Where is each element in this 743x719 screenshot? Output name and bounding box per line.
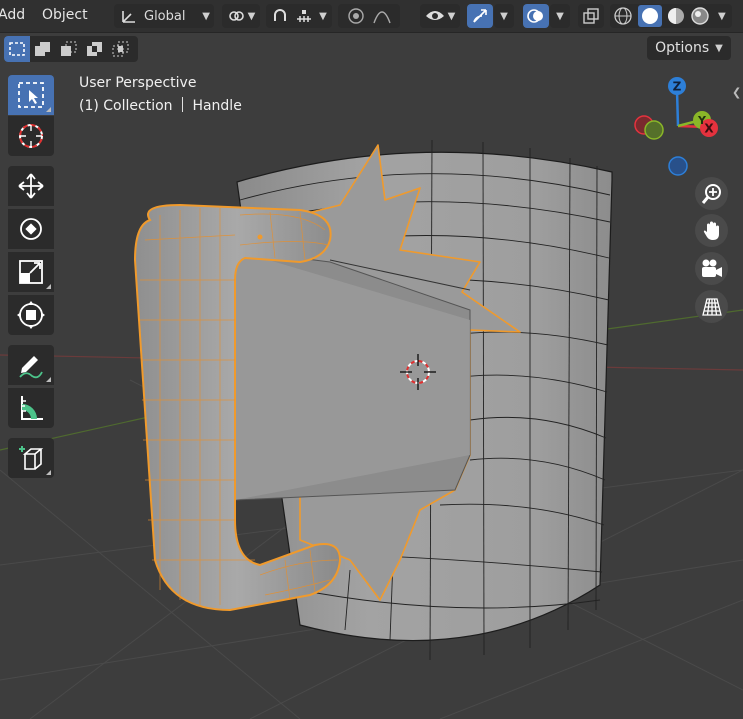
scale-tool[interactable] [8, 252, 54, 292]
tool-settings-bar [0, 33, 743, 63]
cursor-tool[interactable] [8, 116, 54, 156]
transform-icon [17, 301, 45, 329]
select-subtract-icon[interactable] [56, 36, 82, 62]
ortho-grid-icon [701, 297, 722, 316]
zoom-icon [701, 183, 721, 204]
chevron-down-icon: ▼ [718, 10, 726, 22]
xray-button[interactable] [578, 4, 604, 28]
gizmo-x-label: X [704, 122, 714, 136]
viewport-header: Add Object Global ▼ ▼ ▼ ▼ ▼ ▼ ▼ [0, 0, 743, 33]
pivot-dropdown[interactable]: ▼ [222, 4, 260, 28]
measure-tool[interactable] [8, 388, 54, 428]
visibility-eye-icon [425, 11, 444, 20]
annotate-pencil-icon [19, 356, 43, 379]
select-intersect-icon[interactable] [108, 36, 134, 62]
scale-icon [19, 260, 43, 284]
shading-solid-button[interactable] [638, 5, 662, 27]
chevron-down-icon: ▼ [202, 10, 210, 22]
select-mode-group[interactable] [4, 36, 138, 62]
pan-hand-icon [703, 221, 719, 240]
collection-label: (1) Collection [79, 98, 173, 114]
view-perspective-label: User Perspective [79, 75, 197, 91]
overlay-circles-icon [527, 9, 543, 23]
chevron-down-icon: ▼ [556, 10, 564, 22]
gizmo-dropdown[interactable]: ▼ [494, 4, 514, 28]
menu-add[interactable]: Add [0, 7, 25, 23]
options-dropdown[interactable]: Options ▼ [647, 36, 731, 60]
add-cube-tool[interactable] [8, 438, 54, 478]
select-new-icon[interactable] [4, 36, 30, 62]
select-difference-icon[interactable] [82, 36, 108, 62]
annotate-tool[interactable] [8, 345, 54, 385]
xray-toggle-icon [583, 8, 599, 24]
ortho-toggle-button[interactable] [695, 290, 728, 323]
chevron-down-icon: ▼ [447, 10, 456, 22]
gizmo-toggle[interactable] [467, 4, 493, 28]
move-tool[interactable] [8, 166, 54, 206]
orientation-axes-icon [122, 11, 135, 23]
transform-tool[interactable] [8, 295, 54, 335]
falloff-curve-icon[interactable] [373, 7, 391, 25]
view-object-info: (1) Collection Handle [79, 97, 242, 114]
rotate-icon [20, 218, 42, 240]
proportional-edit-icon[interactable] [347, 7, 365, 25]
menu-object[interactable]: Object [42, 7, 88, 23]
gizmo-neg-y-handle [644, 120, 664, 140]
rotate-tool[interactable] [8, 209, 54, 249]
orientation-label: Global [144, 8, 186, 24]
shading-material-icon[interactable] [666, 6, 686, 26]
pan-button[interactable] [695, 214, 728, 247]
chevron-down-icon: ▼ [247, 10, 256, 22]
shading-rendered-icon[interactable] [690, 6, 710, 26]
navigation-gizmo[interactable]: Z Y X [628, 72, 738, 182]
active-object-label: Handle [192, 98, 242, 114]
cursor-icon [19, 124, 43, 148]
overlay-toggle[interactable] [523, 4, 549, 28]
select-box-icon [18, 82, 44, 108]
shading-solid-icon [642, 8, 658, 24]
snap-grid-icon[interactable] [295, 7, 313, 25]
add-cube-icon [19, 446, 44, 470]
gizmo-z-label: Z [673, 80, 682, 94]
gizmo-neg-z-handle [668, 156, 688, 176]
orientation-dropdown[interactable]: Global ▼ [114, 4, 214, 28]
zoom-button[interactable] [695, 177, 728, 210]
snap-group[interactable]: ▼ [266, 4, 332, 28]
snap-magnet-icon[interactable] [271, 7, 289, 25]
options-label: Options [655, 40, 710, 56]
select-extend-icon[interactable] [30, 36, 56, 62]
overlay-dropdown[interactable]: ▼ [550, 4, 570, 28]
camera-view-button[interactable] [695, 252, 728, 285]
chevron-down-icon: ▼ [319, 10, 327, 22]
camera-icon [701, 259, 722, 277]
proportional-edit-group[interactable] [338, 4, 400, 28]
visibility-dropdown[interactable]: ▼ [420, 4, 460, 28]
select-box-tool[interactable] [8, 75, 54, 115]
shading-group[interactable]: ▼ [610, 4, 732, 28]
chevron-down-icon: ▼ [500, 10, 508, 22]
chevron-down-icon: ▼ [715, 42, 723, 54]
move-icon [18, 173, 44, 199]
pivot-link-icon [228, 11, 244, 21]
shading-wireframe-icon[interactable] [612, 5, 634, 27]
measure-ruler-icon [21, 396, 43, 420]
gizmo-arrows-icon [473, 9, 487, 23]
